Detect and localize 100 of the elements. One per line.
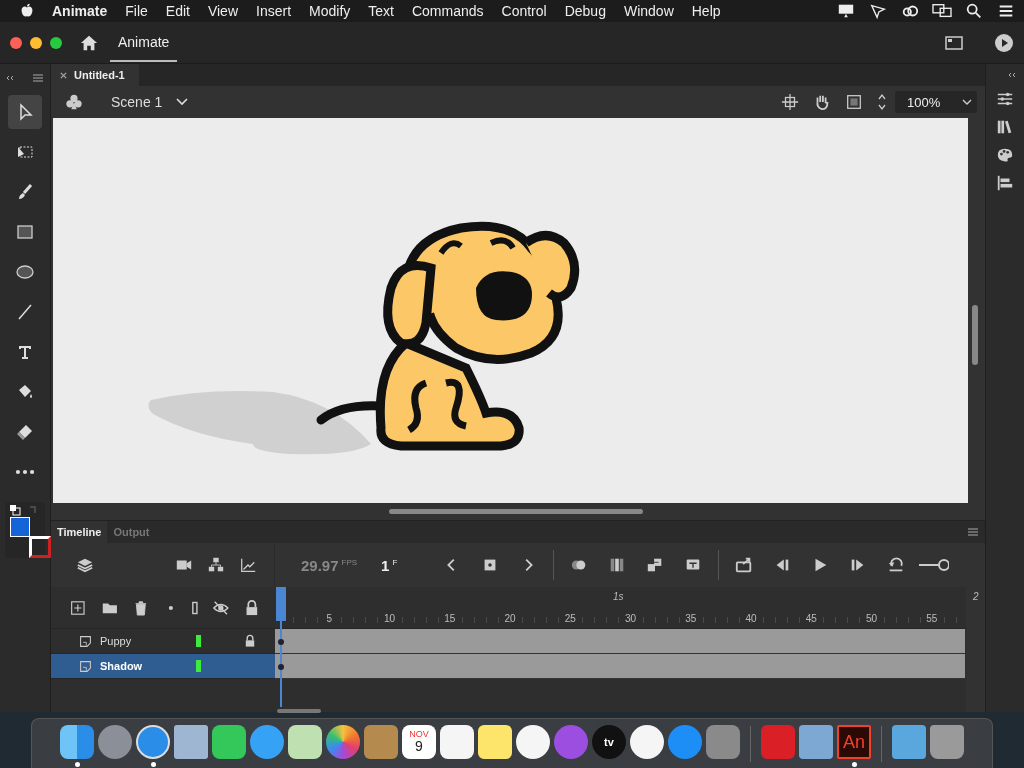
home-icon[interactable] bbox=[80, 33, 98, 52]
frame-number: 40 bbox=[744, 613, 758, 624]
menu-item[interactable]: Debug bbox=[564, 3, 606, 19]
workspace-tab[interactable]: Animate bbox=[110, 23, 178, 62]
outline-color-swatch[interactable] bbox=[196, 660, 201, 672]
layers-icon[interactable] bbox=[76, 556, 94, 574]
frame-number: 20 bbox=[503, 613, 517, 624]
library-icon[interactable] bbox=[996, 118, 1014, 136]
layer-icon bbox=[79, 634, 92, 648]
layer-icon bbox=[79, 659, 92, 673]
layer-name: Puppy bbox=[100, 635, 133, 647]
horizontal-scrollbar[interactable] bbox=[389, 509, 643, 514]
layer-name: Shadow bbox=[100, 660, 144, 672]
crosshair-icon[interactable] bbox=[781, 93, 799, 111]
swap-colors-icon[interactable] bbox=[27, 504, 39, 516]
test-movie-icon[interactable] bbox=[994, 32, 1014, 53]
maps-app-icon[interactable] bbox=[288, 725, 322, 759]
cursor-icon[interactable] bbox=[868, 2, 888, 20]
stepper-icon[interactable] bbox=[877, 92, 887, 112]
reminders-app-icon[interactable] bbox=[440, 725, 474, 759]
notes-app-icon[interactable] bbox=[478, 725, 512, 759]
display-icon[interactable] bbox=[836, 2, 856, 20]
time-label: 1s bbox=[613, 591, 624, 602]
menu-item[interactable]: Edit bbox=[165, 3, 190, 19]
minimize-light[interactable] bbox=[30, 36, 42, 49]
collapse-icon[interactable] bbox=[6, 75, 16, 81]
preferences-app-icon[interactable] bbox=[706, 725, 740, 759]
music-app-icon[interactable] bbox=[516, 725, 550, 759]
menu-icon[interactable] bbox=[32, 73, 44, 83]
app-menu[interactable]: Animate bbox=[52, 3, 108, 19]
club-icon[interactable] bbox=[65, 93, 83, 111]
safari-app-icon[interactable] bbox=[136, 725, 170, 759]
menu-item[interactable]: File bbox=[125, 3, 148, 19]
facetime-app-icon[interactable] bbox=[212, 725, 246, 759]
hierarchy-icon[interactable] bbox=[207, 556, 225, 574]
tv-app-icon[interactable]: tv bbox=[592, 725, 626, 759]
close-icon[interactable] bbox=[59, 70, 68, 80]
frame-number: 35 bbox=[684, 613, 698, 624]
menu-item[interactable]: Modify bbox=[309, 3, 351, 19]
vertical-scrollbar[interactable] bbox=[972, 305, 978, 365]
loop-icon[interactable] bbox=[887, 556, 906, 574]
close-light[interactable] bbox=[10, 36, 22, 49]
collapse-icon[interactable] bbox=[1008, 72, 1018, 78]
export-icon[interactable] bbox=[735, 556, 754, 574]
trash-app-icon[interactable] bbox=[930, 725, 964, 759]
frame-number: 15 bbox=[443, 613, 457, 624]
playhead[interactable] bbox=[276, 587, 286, 707]
menu-item[interactable]: Help bbox=[691, 3, 721, 19]
layer-row[interactable]: Shadow bbox=[51, 654, 275, 679]
photos-app-icon[interactable] bbox=[326, 725, 360, 759]
frame-span[interactable] bbox=[275, 629, 965, 654]
frame-number: 25 bbox=[563, 613, 577, 624]
graph-icon[interactable] bbox=[239, 556, 257, 574]
outline-color-swatch[interactable] bbox=[196, 635, 201, 647]
frame-span[interactable] bbox=[275, 654, 965, 679]
animate-app-icon[interactable]: An bbox=[837, 725, 871, 759]
frame-number: 10 bbox=[382, 613, 396, 624]
keyframe-dot[interactable] bbox=[278, 639, 284, 645]
current-frame[interactable]: 1 $^{F}$ bbox=[381, 556, 398, 574]
clip-icon[interactable] bbox=[845, 93, 863, 111]
rectangle-icon bbox=[15, 222, 35, 242]
menu-item[interactable]: View bbox=[207, 3, 238, 19]
panel-tab[interactable]: Timeline bbox=[51, 521, 108, 543]
screens-icon[interactable] bbox=[932, 2, 952, 20]
scene-name[interactable]: Scene 1 bbox=[111, 94, 163, 110]
select-tool[interactable] bbox=[8, 95, 42, 129]
chevron-down-icon[interactable] bbox=[176, 98, 189, 106]
lock-icon[interactable] bbox=[243, 634, 257, 648]
line-icon bbox=[15, 302, 35, 322]
palette-icon[interactable] bbox=[996, 146, 1014, 164]
horizontal-scrollbar[interactable] bbox=[277, 709, 321, 713]
menu-icon[interactable] bbox=[967, 527, 979, 537]
calendar-month: NOV bbox=[409, 730, 429, 739]
frame-rate[interactable]: 29.97 $^{FPS}$ bbox=[301, 556, 358, 574]
frame-number: 55 bbox=[925, 613, 939, 624]
launchpad-app-icon[interactable] bbox=[98, 725, 132, 759]
align-icon[interactable] bbox=[996, 174, 1014, 192]
new-layer-icon[interactable] bbox=[69, 598, 87, 617]
sliders-icon[interactable] bbox=[996, 90, 1014, 108]
finder-app-icon[interactable] bbox=[60, 725, 94, 759]
document-tab[interactable]: Untitled-1 bbox=[51, 64, 139, 86]
menu-item[interactable]: Window bbox=[623, 3, 674, 19]
contacts-app-icon[interactable] bbox=[364, 725, 398, 759]
search-icon[interactable] bbox=[964, 2, 984, 20]
menu-item[interactable]: Text bbox=[368, 3, 394, 19]
chevron-down-icon[interactable] bbox=[961, 98, 973, 106]
app-icon-label: 9 bbox=[415, 739, 423, 754]
menu-item[interactable]: Insert bbox=[256, 3, 292, 19]
zoom-field[interactable]: 100% bbox=[895, 91, 977, 113]
messages-app-icon[interactable] bbox=[250, 725, 284, 759]
news-app-icon[interactable] bbox=[630, 725, 664, 759]
menu-item[interactable]: Commands bbox=[411, 3, 484, 19]
calendar-app-icon[interactable]: NOV 9 bbox=[402, 725, 436, 759]
keyframe-dot[interactable] bbox=[278, 664, 284, 670]
menu-item[interactable]: Control bbox=[501, 3, 547, 19]
zoom-light[interactable] bbox=[50, 36, 62, 49]
document-title: Untitled-1 bbox=[74, 69, 125, 81]
default-colors-icon[interactable] bbox=[9, 504, 21, 516]
frame-number: 5 bbox=[325, 613, 333, 624]
fill-color-swatch[interactable] bbox=[10, 517, 30, 537]
